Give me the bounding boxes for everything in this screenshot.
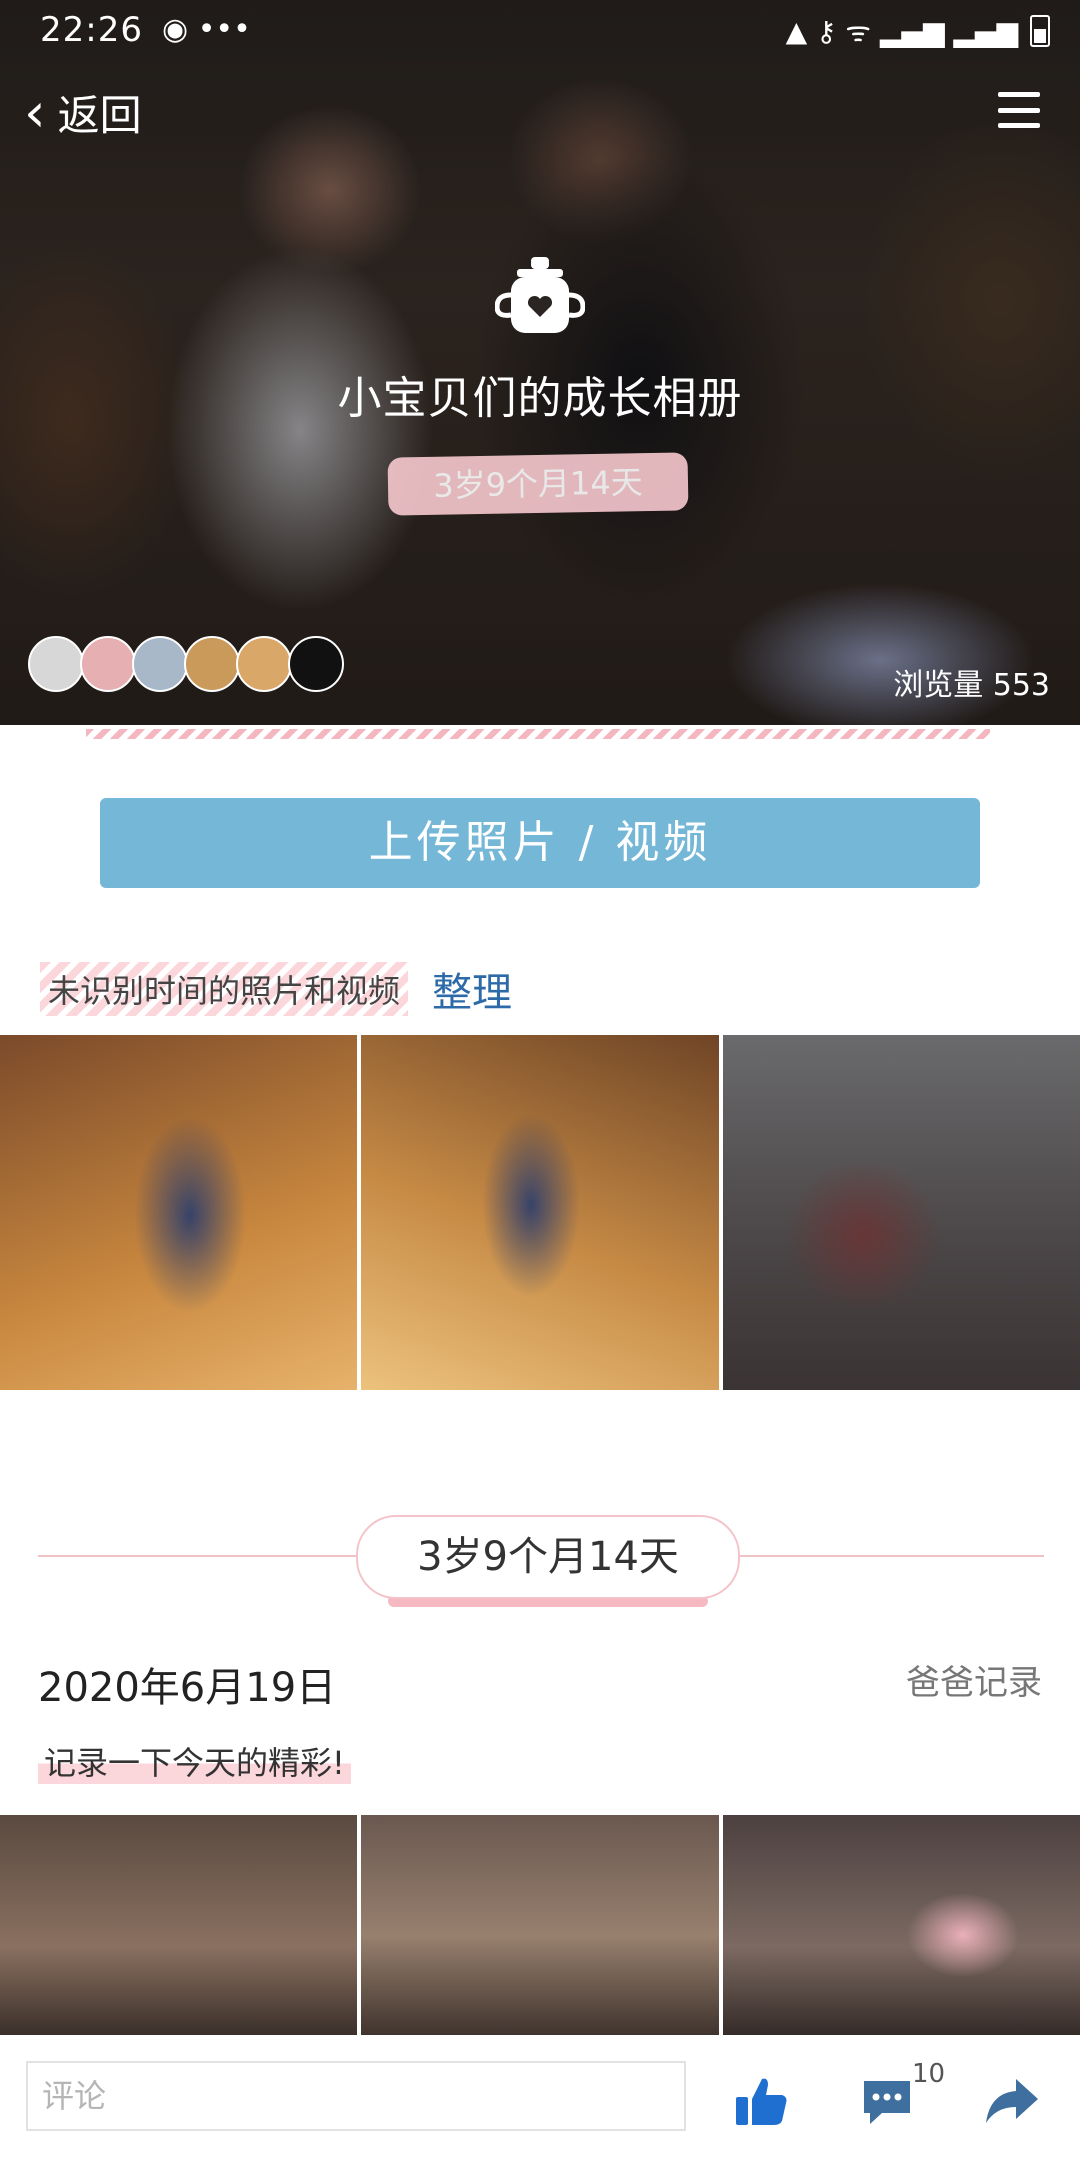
- photo-thumbnail[interactable]: [722, 1035, 1080, 1390]
- signal-icons: ▲ ⚷ ᯤ ▂▄▆ ▂▄▆: [785, 15, 1018, 48]
- age-badge: 3岁9个月14天: [387, 452, 689, 516]
- entry-author: 爸爸记录: [906, 1663, 1042, 1703]
- comment-count: 10: [912, 2059, 946, 2089]
- member-avatars[interactable]: [28, 636, 344, 692]
- chevron-left-icon: ‹: [24, 80, 46, 144]
- baby-bottle-icon: [495, 257, 585, 333]
- unidentified-header: 未识别时间的照片和视频 整理: [40, 960, 512, 1018]
- back-label: 返回: [57, 91, 142, 140]
- photo-thumbnail[interactable]: [361, 1035, 719, 1390]
- timeline-age-label: 3岁9个月14天: [356, 1515, 740, 1607]
- status-right-icons: ▲ ⚷ ᯤ ▂▄▆ ▂▄▆: [786, 12, 1050, 50]
- timeline-divider: [38, 1555, 356, 1557]
- view-count: 浏览量 553: [893, 668, 1050, 703]
- photo-thumbnail[interactable]: [0, 1815, 358, 2035]
- battery-icon: [1030, 15, 1050, 47]
- comment-icon[interactable]: [860, 2077, 914, 2127]
- upload-button[interactable]: 上传照片 / 视频: [100, 798, 980, 888]
- share-icon[interactable]: [984, 2075, 1040, 2125]
- status-left-icons: ◉ •••: [162, 12, 251, 47]
- back-button[interactable]: ‹ 返回: [24, 82, 142, 143]
- photo-thumbnail[interactable]: [361, 1815, 719, 2035]
- decorative-stripe: [86, 729, 990, 739]
- status-bar: 22:26 ◉ ••• ▲ ⚷ ᯤ ▂▄▆ ▂▄▆: [0, 0, 1080, 60]
- avatar[interactable]: [28, 636, 84, 692]
- thumbs-up-icon[interactable]: [734, 2075, 788, 2127]
- photo-thumbnail[interactable]: [722, 1815, 1080, 2035]
- status-time: 22:26: [40, 10, 143, 50]
- avatar[interactable]: [184, 636, 240, 692]
- organize-link[interactable]: 整理: [432, 960, 512, 1018]
- album-title: 小宝贝们的成长相册: [337, 373, 743, 424]
- unidentified-label: 未识别时间的照片和视频: [40, 962, 409, 1016]
- entry-text: 记录一下今天的精彩!: [38, 1738, 351, 1784]
- photo-thumbnail[interactable]: [0, 1035, 358, 1390]
- avatar[interactable]: [288, 636, 344, 692]
- avatar[interactable]: [236, 636, 292, 692]
- timeline-divider: [738, 1555, 1044, 1557]
- entry-photo-grid: [0, 1815, 1080, 2035]
- avatar[interactable]: [132, 636, 188, 692]
- bottom-action-bar: 10: [0, 2035, 1080, 2160]
- album-cover: 22:26 ◉ ••• ▲ ⚷ ᯤ ▂▄▆ ▂▄▆ ‹ 返回 小宝贝们的成长相册…: [0, 0, 1080, 725]
- avatar[interactable]: [80, 636, 136, 692]
- unidentified-photo-grid: [0, 1035, 1080, 1390]
- menu-icon[interactable]: [998, 92, 1040, 128]
- comment-input[interactable]: [26, 2061, 686, 2131]
- entry-date: 2020年6月19日: [38, 1665, 337, 1711]
